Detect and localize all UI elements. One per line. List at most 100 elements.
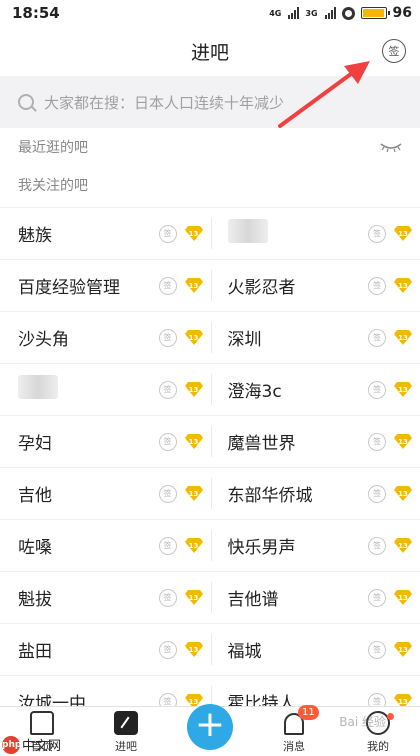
sign-in-icon[interactable]: 签 xyxy=(368,328,386,347)
forum-badges: 签 13 xyxy=(158,588,203,607)
sign-in-all-button[interactable]: 签 xyxy=(382,39,406,63)
level-number: 13 xyxy=(398,697,408,706)
forum-badges: 签 13 xyxy=(158,432,203,451)
status-icons: 4G 3G 96 xyxy=(269,5,412,21)
forum-cell[interactable]: 百度经验管理 签 13 xyxy=(0,260,211,311)
forum-name: 魅族 xyxy=(18,226,52,246)
level-number: 13 xyxy=(398,229,408,238)
blurred-forum-name xyxy=(18,375,58,399)
forum-name: 咗嗓 xyxy=(18,538,52,558)
forum-cell[interactable]: 签 13 xyxy=(0,364,211,415)
forum-badges: 签 13 xyxy=(158,328,203,347)
level-diamond-icon: 13 xyxy=(394,538,412,553)
level-diamond-icon: 13 xyxy=(184,590,203,605)
forum-row: 咗嗓 签 13 快乐男声 签 13 xyxy=(0,519,420,571)
level-number: 13 xyxy=(188,281,199,290)
forum-cell[interactable]: 快乐男声 签 13 xyxy=(210,530,420,561)
sign-in-icon[interactable]: 签 xyxy=(158,328,177,347)
sign-in-icon[interactable]: 签 xyxy=(158,224,177,243)
level-diamond-icon: 13 xyxy=(394,278,412,293)
forum-name: 快乐男声 xyxy=(227,538,296,558)
forum-name: 魔兽世界 xyxy=(227,434,296,454)
sign-in-icon[interactable]: 签 xyxy=(158,380,177,399)
level-diamond-icon: 13 xyxy=(184,278,203,293)
sign-in-icon[interactable]: 签 xyxy=(368,484,386,503)
blurred-forum-name xyxy=(227,219,268,243)
forum-row: 孕妇 签 13 魔兽世界 签 13 xyxy=(0,415,420,467)
notification-dot xyxy=(387,713,394,720)
sign-in-icon[interactable]: 签 xyxy=(158,276,177,295)
level-number: 13 xyxy=(398,281,408,290)
level-number: 13 xyxy=(398,593,408,602)
sign-in-icon[interactable]: 签 xyxy=(158,588,177,607)
forum-badges: 签 13 xyxy=(368,276,412,295)
sign-in-icon[interactable]: 签 xyxy=(368,640,386,659)
level-diamond-icon: 13 xyxy=(394,330,412,345)
forum-cell[interactable]: 吉他谱 签 13 xyxy=(210,582,420,613)
forum-cell[interactable]: 签 13 xyxy=(210,218,420,249)
sign-in-icon[interactable]: 签 xyxy=(158,484,177,503)
forum-cell[interactable]: 盐田 签 13 xyxy=(0,624,211,675)
level-number: 13 xyxy=(188,385,199,394)
sign-in-icon[interactable]: 签 xyxy=(158,432,177,451)
forum-row: 签 13 澄海3c 签 13 xyxy=(0,363,420,415)
enter-forum-icon xyxy=(114,711,138,735)
sign-in-icon[interactable]: 签 xyxy=(368,276,386,295)
recent-forums-header[interactable]: 最近逛的吧 xyxy=(0,128,420,166)
forum-name: 福城 xyxy=(227,642,262,662)
forum-cell[interactable]: 东部华侨城 签 13 xyxy=(210,478,420,509)
forum-cell[interactable]: 吉他 签 13 xyxy=(0,468,211,519)
sign-in-icon[interactable]: 签 xyxy=(368,588,386,607)
level-number: 13 xyxy=(188,489,199,498)
level-diamond-icon: 13 xyxy=(394,434,412,449)
forum-cell[interactable]: 孕妇 签 13 xyxy=(0,416,211,467)
sign-in-icon[interactable]: 签 xyxy=(368,380,386,399)
forum-name: 吉他 xyxy=(18,486,52,506)
level-diamond-icon: 13 xyxy=(394,590,412,605)
forum-cell[interactable]: 魁拔 签 13 xyxy=(0,572,211,623)
level-diamond-icon: 13 xyxy=(184,382,203,397)
network-type-1: 4G xyxy=(269,8,282,18)
level-number: 13 xyxy=(188,229,199,238)
watermark-php-text: 中文网 xyxy=(22,739,62,754)
forum-cell[interactable]: 火影忍者 签 13 xyxy=(210,270,420,301)
forum-name: 百度经验管理 xyxy=(18,278,120,298)
sign-in-icon[interactable]: 签 xyxy=(368,536,386,555)
forum-cell[interactable]: 魅族 签 13 xyxy=(0,208,211,259)
watermark-baidu: Bai 经验 xyxy=(339,715,386,729)
sign-in-icon[interactable]: 签 xyxy=(158,536,177,555)
collapse-eye-icon[interactable] xyxy=(380,142,402,152)
forum-badges: 签 13 xyxy=(158,224,203,243)
forum-name: 东部华侨城 xyxy=(227,486,313,506)
forum-cell[interactable]: 澄海3c 签 13 xyxy=(210,374,420,405)
forum-cell[interactable]: 深圳 签 13 xyxy=(210,322,420,353)
tab-enter[interactable]: 进吧 xyxy=(84,711,168,756)
tab-enter-label: 进吧 xyxy=(115,740,137,753)
sign-in-icon[interactable]: 签 xyxy=(368,432,386,451)
forum-cell[interactable]: 沙头角 签 13 xyxy=(0,312,211,363)
search-icon xyxy=(18,94,34,110)
forum-name: 孕妇 xyxy=(18,434,52,454)
level-number: 13 xyxy=(188,437,199,446)
level-number: 13 xyxy=(398,645,408,654)
search-bar[interactable]: 大家都在搜：日本人口连续十年减少 xyxy=(0,76,420,128)
tab-post[interactable]: + xyxy=(168,704,252,756)
level-diamond-icon: 13 xyxy=(184,330,203,345)
search-box[interactable]: 大家都在搜：日本人口连续十年减少 xyxy=(18,92,402,113)
forum-badges: 签 13 xyxy=(368,588,412,607)
forum-badges: 签 13 xyxy=(368,640,412,659)
post-plus-icon[interactable]: + xyxy=(187,704,233,750)
page-title: 进吧 xyxy=(190,41,229,64)
forum-cell[interactable]: 咗嗓 签 13 xyxy=(0,520,211,571)
forum-cell[interactable]: 魔兽世界 签 13 xyxy=(210,426,420,457)
php-logo: php xyxy=(2,735,21,754)
forum-name: 吉他谱 xyxy=(227,590,279,610)
nav-bar: 进吧 签 xyxy=(0,26,420,76)
forum-cell[interactable]: 福城 签 13 xyxy=(210,634,420,665)
sign-in-icon[interactable]: 签 xyxy=(368,224,386,243)
level-diamond-icon: 13 xyxy=(184,642,203,657)
forum-name: 火影忍者 xyxy=(227,278,296,298)
tab-messages[interactable]: 11 消息 xyxy=(252,705,336,756)
sign-in-icon[interactable]: 签 xyxy=(158,640,177,659)
forum-badges: 签 13 xyxy=(368,328,412,347)
